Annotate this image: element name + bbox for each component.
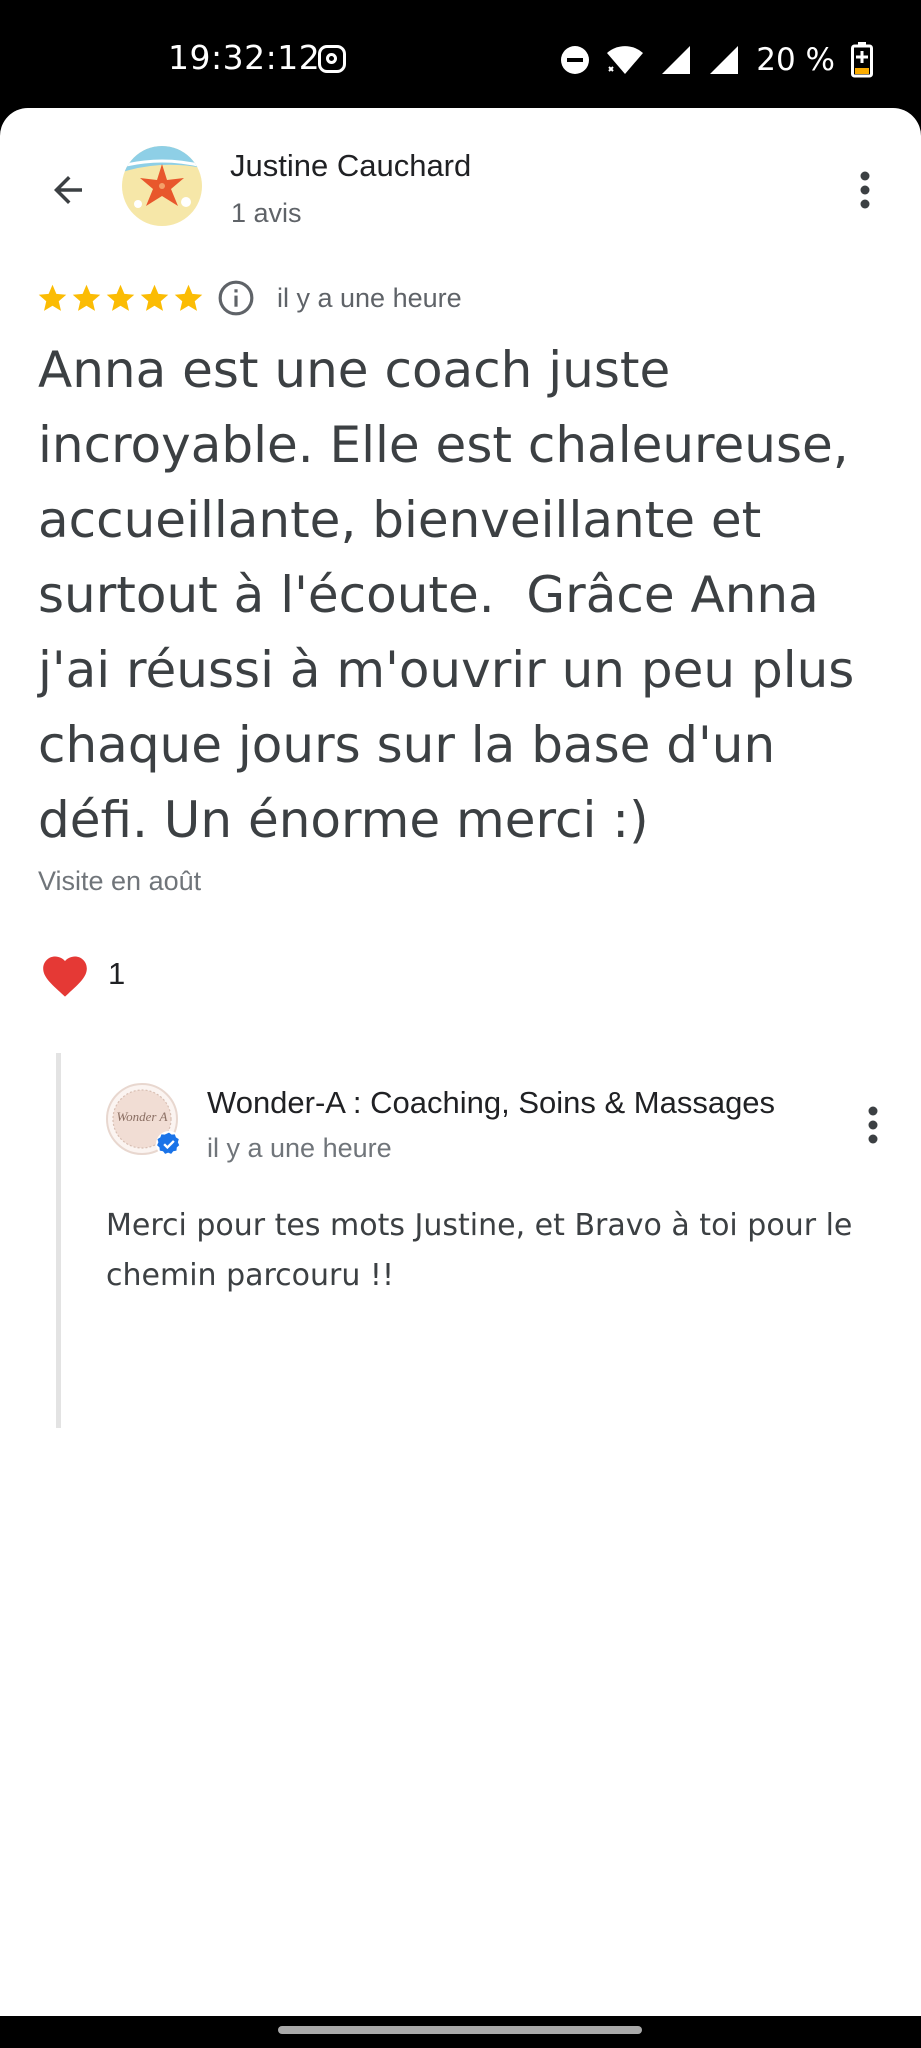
- author-avatar[interactable]: [122, 146, 202, 226]
- more-options-button[interactable]: [837, 158, 893, 222]
- dnd-icon: [561, 46, 590, 74]
- signal-icon: [662, 46, 691, 74]
- wifi-icon: [607, 46, 644, 74]
- star-icon: [106, 284, 135, 311]
- author-name[interactable]: Justine Cauchard: [230, 148, 471, 184]
- status-time: 19:32:12: [168, 38, 321, 77]
- status-icons: 20 %: [560, 40, 873, 80]
- star-icon: [38, 284, 67, 311]
- starfish-avatar-image: [122, 146, 202, 226]
- visit-date: Visite en août: [38, 866, 202, 896]
- gesture-handle[interactable]: [278, 2026, 642, 2034]
- arrow-back-icon: [54, 176, 82, 204]
- battery-charging-icon: [851, 42, 873, 78]
- more-vert-icon: [868, 1106, 878, 1144]
- owner-name[interactable]: Wonder-A : Coaching, Soins & Massages: [207, 1085, 797, 1121]
- status-bar: 19:32:12 20 %: [0, 0, 921, 108]
- instagram-icon: [318, 45, 346, 73]
- owner-reply: Wonder A Wonder-A : Coaching, Soins & Ma…: [56, 1053, 901, 1428]
- star-rating: [36, 282, 205, 315]
- review-time: il y a une heure: [277, 282, 462, 313]
- author-review-count: 1 avis: [231, 198, 302, 228]
- owner-reply-time: il y a une heure: [207, 1133, 392, 1163]
- heart-icon: [43, 956, 87, 997]
- signal-icon: [710, 46, 739, 74]
- star-icon: [174, 284, 203, 311]
- review-text: Anna est une coach juste incroyable. Ell…: [38, 341, 871, 849]
- owner-avatar[interactable]: Wonder A: [106, 1083, 182, 1157]
- back-button[interactable]: [36, 158, 100, 222]
- review-detail-screen: Justine Cauchard 1 avis il y a une heure…: [0, 108, 921, 2016]
- star-icon: [140, 284, 169, 311]
- verified-badge-icon: [156, 1131, 182, 1157]
- rating-row: il y a une heure: [36, 276, 462, 320]
- info-icon[interactable]: [217, 279, 255, 317]
- owner-avatar-text: Wonder A: [117, 1109, 168, 1124]
- star-icon: [72, 284, 101, 311]
- battery-percent: 20 %: [756, 42, 835, 78]
- navigation-bar: [0, 2016, 921, 2048]
- like-reaction-button[interactable]: 1: [38, 950, 125, 998]
- more-vert-icon: [860, 171, 870, 209]
- reaction-count: 1: [108, 956, 126, 991]
- reply-more-options-button[interactable]: [845, 1093, 901, 1157]
- owner-reply-text: Merci pour tes mots Justine, et Bravo à …: [106, 1208, 853, 1293]
